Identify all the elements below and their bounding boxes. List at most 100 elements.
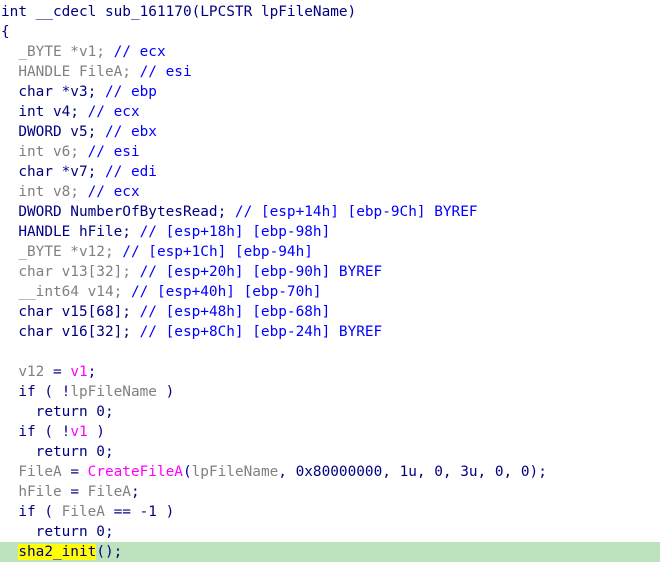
code-comment: // [esp+14h] [ebp-9Ch] BYREF xyxy=(226,204,478,220)
code-line[interactable]: char v13[32]; // [esp+20h] [ebp-90h] BYR… xyxy=(0,262,660,282)
code-comment: // [esp+48h] [ebp-68h] xyxy=(130,304,331,320)
code-identifier[interactable]: FileA xyxy=(18,464,61,480)
code-identifier[interactable]: int v8; xyxy=(18,184,79,200)
code-text: int v4; xyxy=(1,104,79,120)
code-text: ) xyxy=(87,424,105,440)
code-comment: // ecx xyxy=(78,104,140,120)
code-text: if ( ! xyxy=(1,384,71,400)
code-comment: // ebp xyxy=(96,84,157,100)
code-text: HANDLE hFile; xyxy=(1,224,131,240)
code-line[interactable]: DWORD v5; // ebx xyxy=(0,122,660,142)
code-text: char v15[68]; xyxy=(1,304,131,320)
code-line[interactable]: char v15[68]; // [esp+48h] [ebp-68h] xyxy=(0,302,660,322)
code-identifier[interactable]: hFile xyxy=(18,484,61,500)
code-line[interactable]: v12 = v1; xyxy=(0,362,660,382)
code-line[interactable]: char *v7; // edi xyxy=(0,162,660,182)
code-comment: // [esp+8Ch] [ebp-24h] BYREF xyxy=(130,324,383,340)
code-comment: // esi xyxy=(130,64,192,80)
code-identifier[interactable]: _BYTE *v1; xyxy=(18,44,105,60)
code-line[interactable]: int v4; // ecx xyxy=(0,102,660,122)
code-identifier[interactable]: v1 xyxy=(70,364,87,380)
code-line[interactable]: int __cdecl sub_161170(LPCSTR lpFileName… xyxy=(0,2,660,22)
code-line[interactable]: return 0; xyxy=(0,402,660,422)
code-identifier[interactable]: v12 xyxy=(18,364,44,380)
code-text: = xyxy=(44,364,71,380)
code-line[interactable]: if ( !v1 ) xyxy=(0,422,660,442)
code-line[interactable]: hFile = FileA; xyxy=(0,482,660,502)
code-identifier[interactable]: __int64 v14; xyxy=(18,284,122,300)
code-identifier[interactable]: _BYTE *v12; xyxy=(18,244,113,260)
code-text: (); xyxy=(96,544,123,560)
code-identifier[interactable]: CreateFileA xyxy=(88,464,183,480)
code-text: char *v3; xyxy=(1,84,97,100)
code-line[interactable]: if ( !lpFileName ) xyxy=(0,382,660,402)
code-text: DWORD NumberOfBytesRead; xyxy=(1,204,227,220)
code-identifier[interactable]: FileA xyxy=(88,484,131,500)
code-line[interactable]: __int64 v14; // [esp+40h] [ebp-70h] xyxy=(0,282,660,302)
code-line[interactable]: int v8; // ecx xyxy=(0,182,660,202)
code-text: , 0x80000000, 1u, 0, 3u, 0, 0); xyxy=(278,464,547,480)
code-line[interactable]: FileA = CreateFileA(lpFileName, 0x800000… xyxy=(0,462,660,482)
code-text: if ( ! xyxy=(1,424,71,440)
code-identifier[interactable]: v1 xyxy=(70,424,87,440)
code-identifier[interactable]: HANDLE FileA; xyxy=(18,64,131,80)
code-line[interactable]: _BYTE *v1; // ecx xyxy=(0,42,660,62)
code-text: = xyxy=(61,484,88,500)
code-text: return 0; xyxy=(1,444,114,460)
code-text: return 0; xyxy=(1,524,114,540)
code-identifier-highlighted[interactable]: sha2_init xyxy=(18,544,97,560)
code-line[interactable]: { xyxy=(0,22,660,42)
code-text: { xyxy=(1,24,10,40)
code-line[interactable]: DWORD NumberOfBytesRead; // [esp+14h] [e… xyxy=(0,202,660,222)
code-identifier[interactable]: lpFileName xyxy=(70,384,157,400)
code-line[interactable]: HANDLE FileA; // esi xyxy=(0,62,660,82)
code-identifier[interactable]: int v6; xyxy=(18,144,79,160)
code-text: DWORD v5; xyxy=(1,124,97,140)
code-line[interactable]: int v6; // esi xyxy=(0,142,660,162)
code-line[interactable]: _BYTE *v12; // [esp+1Ch] [ebp-94h] xyxy=(0,242,660,262)
code-identifier[interactable]: char v13[32]; xyxy=(18,264,131,280)
code-text: ( xyxy=(182,464,192,480)
code-line[interactable]: return 0; xyxy=(0,522,660,542)
code-comment: // ecx xyxy=(78,184,140,200)
code-text: ; xyxy=(130,484,140,500)
code-line[interactable]: char v16[32]; // [esp+8Ch] [ebp-24h] BYR… xyxy=(0,322,660,342)
code-comment: // [esp+1Ch] [ebp-94h] xyxy=(113,244,313,260)
code-text: if ( xyxy=(1,504,62,520)
code-line[interactable]: HANDLE hFile; // [esp+18h] [ebp-98h] xyxy=(0,222,660,242)
code-comment: // [esp+20h] [ebp-90h] BYREF xyxy=(130,264,383,280)
code-line-current[interactable]: sha2_init(); xyxy=(0,542,660,562)
code-line[interactable]: if ( FileA == -1 ) xyxy=(0,502,660,522)
code-line[interactable]: char *v3; // ebp xyxy=(0,82,660,102)
code-text: = xyxy=(61,464,88,480)
code-text: char *v7; xyxy=(1,164,97,180)
code-line[interactable] xyxy=(0,342,660,362)
code-text: return 0; xyxy=(1,404,114,420)
code-identifier[interactable]: lpFileName xyxy=(192,464,279,480)
pseudocode-view[interactable]: int __cdecl sub_161170(LPCSTR lpFileName… xyxy=(0,0,660,571)
code-comment: // [esp+40h] [ebp-70h] xyxy=(122,284,322,300)
code-comment: // ecx xyxy=(104,44,166,60)
code-text: == -1 ) xyxy=(104,504,175,520)
code-text: int __cdecl sub_161170(LPCSTR lpFileName… xyxy=(1,4,357,20)
code-identifier[interactable]: FileA xyxy=(62,504,105,520)
code-text: ; xyxy=(87,364,97,380)
code-comment: // ebx xyxy=(96,124,157,140)
code-comment: // esi xyxy=(78,144,140,160)
code-text: char v16[32]; xyxy=(1,324,131,340)
code-comment: // edi xyxy=(96,164,157,180)
code-line[interactable]: return 0; xyxy=(0,442,660,462)
code-comment: // [esp+18h] [ebp-98h] xyxy=(130,224,331,240)
code-text: ) xyxy=(156,384,175,400)
